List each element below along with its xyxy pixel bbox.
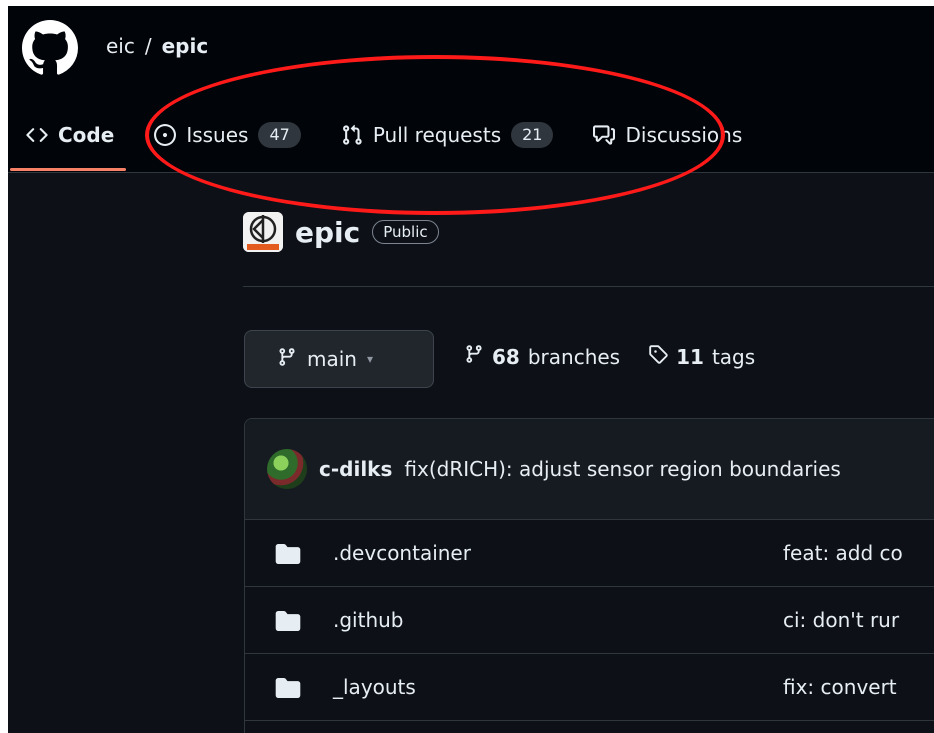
breadcrumb-separator: / [144, 34, 152, 58]
tab-pull-requests-label: Pull requests [372, 123, 502, 147]
epic-logo-icon [243, 212, 283, 252]
list-item[interactable]: .github ci: don't rur [245, 587, 934, 654]
issue-opened-icon [154, 124, 177, 146]
avatar[interactable] [267, 449, 307, 489]
list-item[interactable]: _layouts fix: convert [245, 654, 934, 721]
tags-count: 11 [676, 344, 704, 369]
tab-pull-requests[interactable]: Pull requests 21 [341, 105, 554, 165]
visibility-badge: Public [372, 220, 439, 244]
git-branch-icon [464, 344, 484, 369]
folder-icon [275, 544, 301, 569]
tab-issues-label: Issues [186, 123, 249, 147]
file-commit-message[interactable]: ci: don't rur [783, 608, 899, 632]
file-name[interactable]: .devcontainer [333, 541, 471, 565]
tab-issues[interactable]: Issues 47 [154, 105, 301, 165]
folder-icon [275, 678, 301, 703]
repo-nav: Code Issues 47 Pull requests 21 Discussi… [9, 102, 782, 171]
git-branch-icon [277, 347, 297, 372]
folder-icon [275, 611, 301, 636]
triangle-down-icon: ▾ [366, 352, 374, 366]
commit-author[interactable]: c-dilks [319, 457, 392, 481]
file-name[interactable]: _layouts [333, 675, 416, 699]
repo-name[interactable]: epic [295, 216, 360, 249]
branches-count: 68 [492, 344, 520, 369]
issues-counter: 47 [258, 122, 301, 148]
repo-header: eic / epic Code Issues 47 Pull requests … [8, 6, 934, 173]
commit-message[interactable]: fix(dRICH): adjust sensor region boundar… [404, 457, 840, 481]
list-item[interactable]: .devcontainer feat: add co [245, 520, 934, 587]
file-commit-message[interactable]: fix: convert [783, 675, 897, 699]
divider [243, 286, 934, 287]
pull-requests-counter: 21 [511, 122, 554, 148]
branch-selector-button[interactable]: main ▾ [244, 330, 434, 388]
code-icon [26, 124, 48, 146]
current-branch-label: main [307, 347, 357, 371]
file-list: c-dilks fix(dRICH): adjust sensor region… [244, 418, 934, 733]
breadcrumb-repo[interactable]: epic [162, 34, 209, 58]
tab-discussions-label: Discussions [625, 123, 743, 147]
git-pull-request-icon [341, 124, 363, 146]
file-commit-message[interactable]: feat: add co [783, 541, 903, 565]
repo-title-row: epic Public [243, 212, 439, 252]
repo-avatar [243, 212, 283, 252]
latest-commit-row: c-dilks fix(dRICH): adjust sensor region… [245, 419, 934, 520]
comment-discussion-icon [593, 124, 616, 146]
breadcrumb-owner[interactable]: eic [106, 34, 135, 58]
tags-label: tags [711, 344, 756, 369]
branches-link[interactable]: 68 branches [464, 344, 620, 369]
tags-link[interactable]: 11 tags [648, 344, 755, 369]
page: eic / epic Code Issues 47 Pull requests … [0, 0, 934, 733]
tab-discussions[interactable]: Discussions [593, 105, 742, 165]
repo-meta: 68 branches 11 tags [464, 344, 773, 369]
tag-icon [648, 344, 668, 369]
tab-code[interactable]: Code [9, 105, 127, 171]
branches-label: branches [527, 344, 621, 369]
frame-border-left [0, 0, 8, 733]
github-logo-icon[interactable] [22, 20, 78, 76]
tab-code-label: Code [58, 123, 115, 147]
breadcrumb: eic / epic [106, 34, 208, 58]
file-name[interactable]: .github [333, 608, 404, 632]
